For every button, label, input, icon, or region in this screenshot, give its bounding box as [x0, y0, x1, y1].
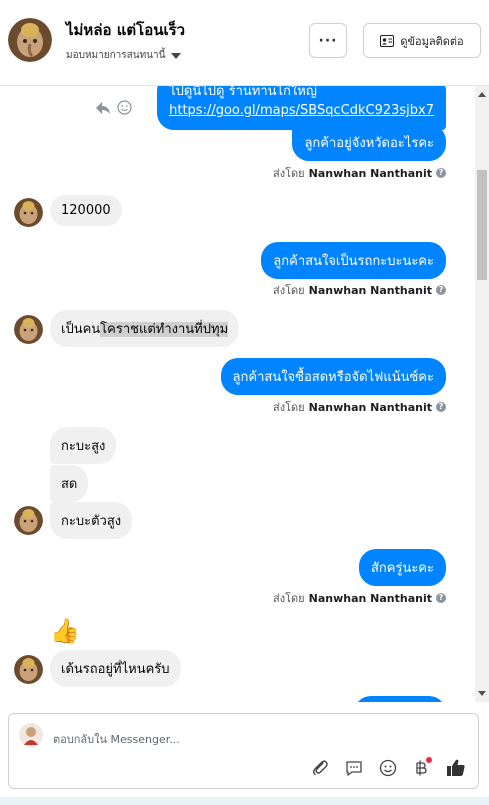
contact-avatar-small[interactable] [14, 198, 43, 227]
scrollbar-thumb[interactable] [477, 170, 487, 280]
thumbs-up-icon [447, 759, 465, 776]
reply-icon[interactable] [95, 101, 111, 115]
contact-avatar-small[interactable] [14, 655, 43, 684]
message-actions [95, 100, 132, 115]
sent-by-label: ส่งโดย Nanwhan Nanthanit ? [273, 281, 446, 299]
conversation-header: ไม่หล่อ แต่โอนเร็ว มอบหมายการสนทนานี้ ··… [0, 0, 489, 86]
message-text-part: เป็นคน [61, 322, 101, 337]
page-avatar [19, 723, 43, 747]
sender-name: Nanwhan Nanthanit [308, 591, 432, 605]
message-outgoing[interactable]: สักครู่นะคะ [358, 549, 446, 586]
notification-dot [426, 757, 432, 763]
selected-text: โคราชแต่ทำงานที่ปทุม [100, 322, 229, 337]
question-icon[interactable]: ? [436, 285, 446, 295]
smiley-icon [379, 759, 397, 777]
caret-down-icon [171, 52, 182, 59]
paperclip-icon [313, 760, 328, 776]
contact-card-icon [380, 34, 395, 47]
more-options-button[interactable]: ··· [309, 23, 347, 58]
sent-by-prefix: ส่งโดย [273, 592, 305, 605]
message-outgoing[interactable]: ลูกค้าสนใจเป็นรถกะบะนะคะ [261, 242, 446, 279]
composer-toolbar [308, 756, 468, 780]
attach-button[interactable] [308, 756, 332, 780]
message-incoming[interactable]: เป็นคนโคราชแต่ทำงานที่ปทุม [50, 310, 240, 347]
bottom-strip [0, 797, 489, 805]
sent-by-prefix: ส่งโดย [273, 284, 305, 297]
view-contact-info-button[interactable]: ดูข้อมูลติดต่อ [363, 23, 481, 58]
message-outgoing[interactable]: ลูกค้าสนใจซื้อสดหรือจัดไฟแน้นซ์คะ [220, 358, 446, 395]
scrollbar[interactable] [475, 86, 489, 702]
thumbs-up-emoji-message[interactable]: 👍 [50, 616, 80, 646]
sent-by-prefix: ส่งโดย [273, 401, 305, 414]
sent-by-prefix: ส่งโดย [273, 167, 305, 180]
question-icon[interactable]: ? [436, 168, 446, 178]
message-incoming[interactable]: กะบะตัวสูง [50, 502, 133, 539]
contact-name: ไม่หล่อ แต่โอนเร็ว [66, 21, 186, 39]
emoji-button[interactable] [376, 756, 400, 780]
map-link[interactable]: https://goo.gl/maps/SBSqcCdkC923sjbx7 [169, 101, 434, 120]
saved-replies-button[interactable] [342, 756, 366, 780]
scroll-down-arrow-icon[interactable] [478, 691, 486, 696]
sender-name: Nanwhan Nanthanit [308, 400, 432, 414]
message-incoming[interactable]: 120000 [50, 195, 122, 226]
message-outgoing-partial[interactable] [354, 696, 446, 702]
sender-name: Nanwhan Nanthanit [308, 283, 432, 297]
contact-avatar-small[interactable] [14, 506, 43, 535]
like-button[interactable] [444, 756, 468, 780]
message-incoming[interactable]: กะบะสูง [50, 427, 117, 464]
message-incoming[interactable]: เด้นรถอยู่ที่ไหนครับ [50, 650, 181, 687]
sent-by-label: ส่งโดย Nanwhan Nanthanit ? [273, 164, 446, 182]
message-incoming[interactable]: สด [50, 465, 89, 502]
payment-button[interactable] [410, 756, 434, 780]
message-text: ไปดูนี่ไปดู ร้านทานไก่ใหญ่ [169, 86, 317, 99]
question-icon[interactable]: ? [436, 593, 446, 603]
sender-name: Nanwhan Nanthanit [308, 166, 432, 180]
sent-by-label: ส่งโดย Nanwhan Nanthanit ? [273, 589, 446, 607]
assign-conversation-dropdown[interactable]: มอบหมายการสนทนานี้ [66, 48, 182, 63]
reply-input[interactable]: ตอบกลับใน Messenger... [53, 730, 180, 748]
chat-bubble-icon [346, 761, 362, 776]
question-icon[interactable]: ? [436, 402, 446, 412]
contact-avatar-small[interactable] [14, 315, 43, 344]
react-icon[interactable] [117, 100, 132, 115]
sent-by-label: ส่งโดย Nanwhan Nanthanit ? [273, 398, 446, 416]
message-outgoing[interactable]: ลูกค้าอยู่จังหวัดอะไรคะ [292, 124, 446, 161]
contact-avatar[interactable] [8, 18, 52, 62]
scroll-up-arrow-icon[interactable] [478, 92, 486, 97]
reply-composer[interactable]: ตอบกลับใน Messenger... [8, 713, 479, 789]
message-thread[interactable]: ไปดูนี่ไปดู ร้านทานไก่ใหญ่ https://goo.g… [0, 86, 489, 702]
assign-label: มอบหมายการสนทนานี้ [66, 50, 166, 61]
contact-info-label: ดูข้อมูลติดต่อ [400, 34, 464, 48]
